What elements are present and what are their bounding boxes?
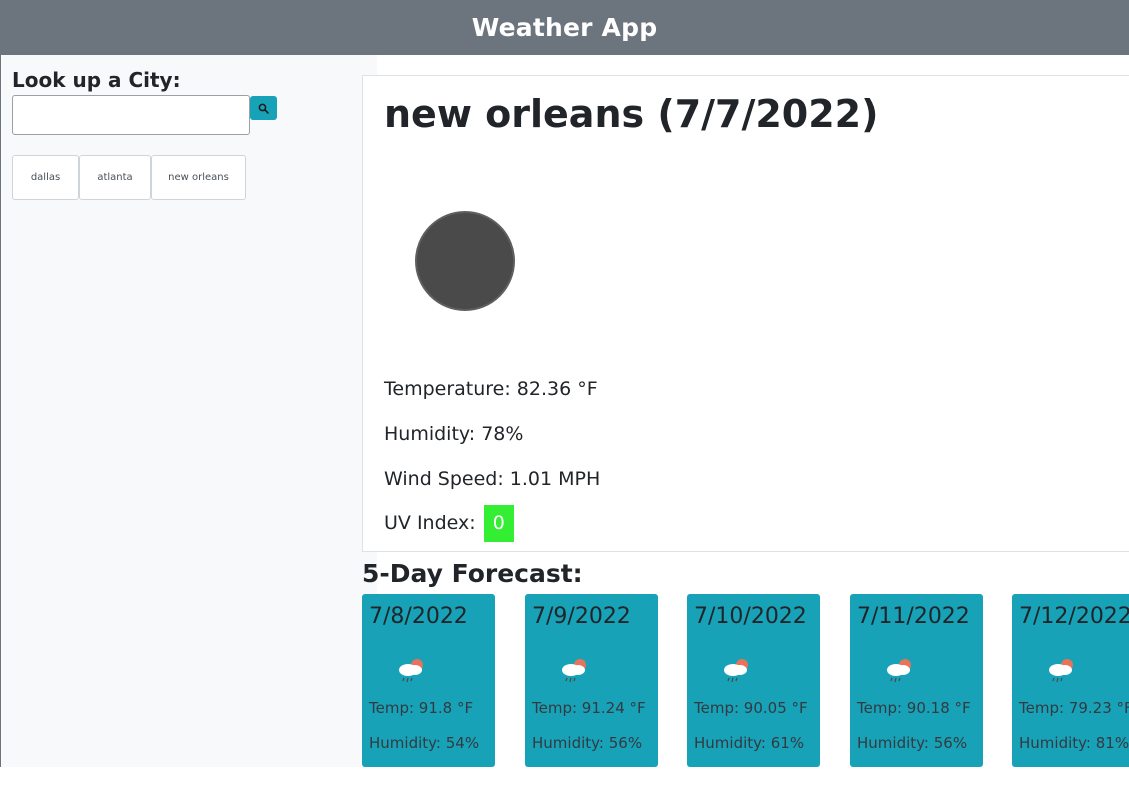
search-label: Look up a City: (12, 68, 181, 92)
rain-cloud-sun-icon (724, 659, 748, 683)
forecast-humidity: Humidity: 56% (857, 734, 968, 752)
uv-index-badge: 0 (483, 505, 514, 542)
forecast-date: 7/10/2022 (694, 604, 807, 629)
current-weather-panel: new orleans (7/7/2022) Temperature: 82.3… (362, 75, 1129, 552)
city-search-input[interactable] (12, 95, 250, 135)
page: Weather App Look up a City: dallas atlan… (0, 0, 1129, 794)
uv-index-row: UV Index: 0 (384, 505, 514, 542)
rain-cloud-sun-icon (399, 659, 423, 683)
current-city-title: new orleans (7/7/2022) (384, 92, 879, 136)
forecast-card: 7/12/2022 Temp: 79.23 °F Humidity: 81% (1012, 594, 1129, 767)
humidity-text: Humidity: 78% (384, 423, 524, 445)
uv-index-label: UV Index: (384, 512, 476, 534)
forecast-humidity: Humidity: 61% (694, 734, 805, 752)
app-title: Weather App (471, 13, 658, 42)
search-history: dallas atlanta new orleans (12, 155, 246, 200)
forecast-humidity: Humidity: 81% (1019, 734, 1129, 752)
sidebar: Look up a City: dallas atlanta new orlea… (0, 55, 377, 767)
forecast-card: 7/10/2022 Temp: 90.05 °F Humidity: 61% (687, 594, 820, 767)
history-button-new-orleans[interactable]: new orleans (151, 155, 246, 200)
forecast-card: 7/8/2022 Temp: 91.8 °F Humidity: 54% (362, 594, 495, 767)
forecast-temp: Temp: 91.8 °F (369, 699, 474, 717)
weather-icon (415, 211, 515, 311)
forecast-card: 7/11/2022 Temp: 90.18 °F Humidity: 56% (850, 594, 983, 767)
forecast-temp: Temp: 90.18 °F (857, 699, 971, 717)
forecast-temp: Temp: 79.23 °F (1019, 699, 1129, 717)
rain-cloud-sun-icon (887, 659, 911, 683)
search-button[interactable] (250, 96, 277, 120)
forecast-temp: Temp: 91.24 °F (532, 699, 646, 717)
forecast-date: 7/11/2022 (857, 604, 970, 629)
forecast-temp: Temp: 90.05 °F (694, 699, 808, 717)
temperature-text: Temperature: 82.36 °F (384, 378, 598, 400)
history-button-dallas[interactable]: dallas (12, 155, 79, 200)
forecast-date: 7/9/2022 (532, 604, 631, 629)
rain-cloud-sun-icon (562, 659, 586, 683)
forecast-date: 7/8/2022 (369, 604, 468, 629)
forecast-humidity: Humidity: 54% (369, 734, 480, 752)
forecast-humidity: Humidity: 56% (532, 734, 643, 752)
forecast-title: 5-Day Forecast: (362, 559, 583, 588)
history-button-atlanta[interactable]: atlanta (79, 155, 151, 200)
search-icon (258, 103, 269, 114)
wind-speed-text: Wind Speed: 1.01 MPH (384, 468, 601, 490)
rain-cloud-sun-icon (1049, 659, 1073, 683)
forecast-card: 7/9/2022 Temp: 91.24 °F Humidity: 56% (525, 594, 658, 767)
forecast-date: 7/12/2022 (1019, 604, 1129, 629)
app-header: Weather App (0, 0, 1129, 55)
